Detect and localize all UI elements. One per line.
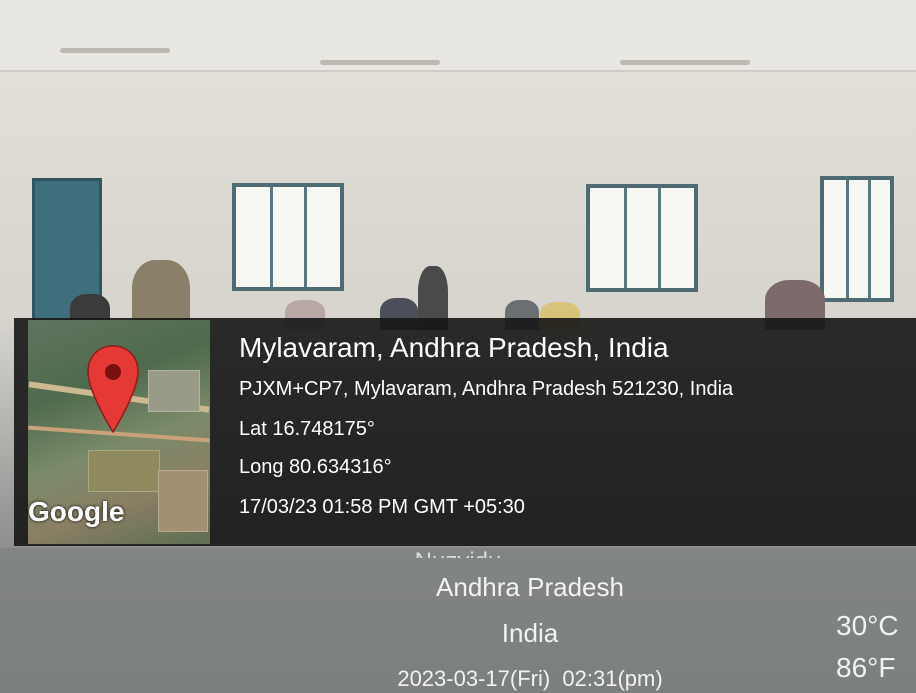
- datetime: 17/03/23 01:58 PM GMT +05:30: [239, 496, 525, 518]
- temperature-fahrenheit: 86°F: [836, 652, 896, 683]
- country-label: India: [501, 618, 559, 648]
- state-label: Andhra Pradesh: [436, 572, 624, 602]
- ceiling-fan: [60, 48, 170, 53]
- timestamp-label: 2023-03-17(Fri) 02:31(pm): [397, 666, 663, 691]
- temperature-celsius: 30°C: [836, 610, 899, 641]
- timestamp-overlay: Nuzvidu Andhra Pradesh India 2023-03-17(…: [0, 548, 916, 693]
- ceiling: [0, 0, 916, 72]
- google-logo: Google: [28, 496, 125, 527]
- address-line: PJXM+CP7, Mylavaram, Andhra Pradesh 5212…: [239, 378, 734, 400]
- photo-stage: Nuzvidu Andhra Pradesh India 2023-03-17(…: [0, 0, 916, 693]
- latitude: Lat 16.748175°: [239, 418, 375, 440]
- map-field: [158, 470, 208, 532]
- map-field: [148, 370, 200, 412]
- city-label: Nuzvidu: [0, 548, 916, 558]
- map-field: [88, 450, 160, 492]
- ceiling-fan: [320, 60, 440, 65]
- map-thumbnail: Google: [28, 320, 210, 544]
- ceiling-fan: [620, 60, 750, 65]
- location-title: Mylavaram, Andhra Pradesh, India: [239, 332, 669, 363]
- longitude: Long 80.634316°: [239, 456, 392, 478]
- map-pin-icon: [87, 345, 139, 434]
